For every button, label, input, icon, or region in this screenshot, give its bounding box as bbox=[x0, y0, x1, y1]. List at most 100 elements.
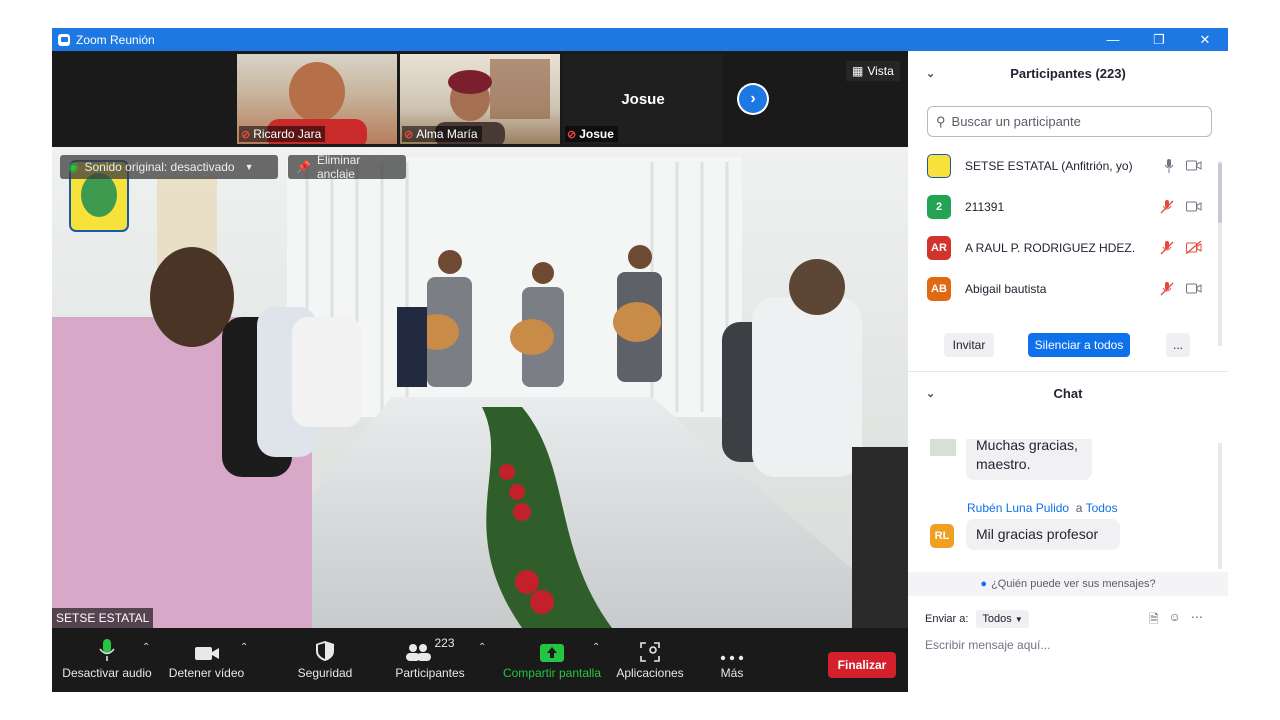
audio-options-caret[interactable]: ⌃ bbox=[142, 642, 150, 653]
participant-row[interactable]: AB Abigail bautista bbox=[908, 268, 1220, 309]
muted-mic-icon: ⊘ bbox=[241, 128, 251, 141]
share-options-caret[interactable]: ⌃ bbox=[592, 642, 600, 653]
thumbnail-tile[interactable]: Josue ⊘ Josue bbox=[563, 54, 723, 144]
chevron-down-icon: ▼ bbox=[244, 162, 254, 172]
muted-mic-icon: ⊘ bbox=[404, 128, 414, 141]
participant-actions: Invitar Silenciar a todos ... bbox=[908, 333, 1228, 363]
video-camera-icon[interactable] bbox=[1186, 283, 1202, 294]
view-button[interactable]: ▦ Vista bbox=[846, 61, 900, 81]
participant-name: Abigail bautista bbox=[965, 281, 1047, 296]
thumbnail-tile[interactable]: ⊘ Ricardo Jara bbox=[237, 54, 397, 144]
file-icon[interactable]: 🗎 bbox=[1149, 610, 1159, 631]
chat-tools: 🗎 ☺ ⋯ bbox=[1149, 610, 1203, 631]
chat-scrollbar[interactable] bbox=[1218, 443, 1222, 569]
participant-row[interactable]: AR A RAUL P. RODRIGUEZ HDEZ. bbox=[908, 227, 1220, 268]
participant-row[interactable]: SETSE ESTATAL (Anfitrión, yo) bbox=[908, 145, 1220, 186]
mute-all-button[interactable]: Silenciar a todos bbox=[1028, 333, 1130, 357]
participant-name: SETSE ESTATAL (Anfitrión, yo) bbox=[965, 158, 1133, 173]
video-area: ⊘ Ricardo Jara ⊘ Alma María Josue ⊘ Josue ›… bbox=[52, 51, 908, 692]
title-bar: Zoom Reunión — ❐ ✕ bbox=[52, 28, 1228, 51]
emoji-icon[interactable]: ☺ bbox=[1169, 610, 1181, 631]
participant-row[interactable] bbox=[908, 309, 1220, 315]
chat-header: ⌄ Chat bbox=[926, 385, 1083, 401]
microphone-icon[interactable] bbox=[1164, 158, 1174, 173]
more-options-button[interactable]: ... bbox=[1166, 333, 1190, 357]
participant-name: 211391 bbox=[965, 199, 1005, 214]
video-camera-icon[interactable] bbox=[1186, 201, 1202, 212]
avatar: RL bbox=[930, 524, 954, 548]
muted-mic-icon[interactable] bbox=[1160, 281, 1174, 296]
sidebar: ⌄ Participantes (223) ⚲ Buscar un partic… bbox=[908, 51, 1228, 692]
send-to-row: Enviar a: Todos ▼ bbox=[925, 610, 1029, 628]
chat-message: Muchas gracias, maestro. bbox=[966, 439, 1092, 480]
avatar: AR bbox=[927, 235, 951, 260]
minimize-button[interactable]: — bbox=[1090, 28, 1136, 51]
video-camera-icon bbox=[194, 636, 220, 662]
participants-scroll-thumb[interactable] bbox=[1218, 163, 1222, 223]
stop-video-button[interactable]: Detener vídeo bbox=[164, 636, 249, 680]
zoom-app-icon bbox=[58, 33, 70, 46]
zoom-window: Zoom Reunión — ❐ ✕ ⊘ Ricardo Jara ⊘ Alma… bbox=[52, 28, 1228, 692]
thumbnail-strip: ⊘ Ricardo Jara ⊘ Alma María Josue ⊘ Josue ›… bbox=[52, 51, 908, 147]
thumbnail-tile[interactable]: ⊘ Alma María bbox=[400, 54, 560, 144]
shield-icon bbox=[315, 636, 335, 662]
avatar bbox=[930, 439, 956, 456]
search-icon: ⚲ bbox=[936, 113, 946, 129]
chevron-down-icon[interactable]: ⌄ bbox=[926, 67, 935, 80]
recipient-dropdown[interactable]: Todos ▼ bbox=[976, 610, 1029, 628]
main-video: ◉ Sonido original: desactivado ▼ 📌 Elimi… bbox=[52, 147, 908, 628]
pin-icon: 📌 bbox=[296, 160, 311, 174]
share-screen-icon bbox=[540, 636, 564, 662]
chat-sender: Rubén Luna Pulido a Todos bbox=[967, 501, 1118, 515]
avatar bbox=[927, 153, 951, 178]
participant-name: Ricardo Jara bbox=[253, 127, 322, 141]
share-screen-button[interactable]: Compartir pantalla bbox=[500, 636, 604, 680]
participants-header: ⌄ Participantes (223) bbox=[926, 65, 1126, 81]
participant-name: A RAUL P. RODRIGUEZ HDEZ. bbox=[965, 240, 1136, 255]
participant-name: Alma María bbox=[416, 127, 478, 141]
who-can-see-link[interactable]: ● ¿Quién puede ver sus mensajes? bbox=[908, 572, 1228, 596]
mute-button[interactable]: Desactivar audio bbox=[62, 636, 152, 680]
apps-button[interactable]: Aplicaciones bbox=[614, 636, 686, 680]
chevron-down-icon: ▼ bbox=[1014, 615, 1023, 624]
participant-name: Josue bbox=[579, 127, 614, 141]
chat-messages: Muchas gracias, maestro. Rubén Luna Puli… bbox=[908, 439, 1220, 569]
shield-check-icon: ◉ bbox=[68, 160, 79, 174]
close-button[interactable]: ✕ bbox=[1182, 28, 1228, 51]
participants-count: 223 bbox=[434, 636, 455, 650]
avatar: 2 bbox=[927, 194, 951, 219]
chat-message: Mil gracias profesor bbox=[966, 519, 1120, 550]
ellipsis-icon bbox=[720, 636, 744, 662]
video-off-icon[interactable] bbox=[1186, 241, 1202, 254]
window-title: Zoom Reunión bbox=[76, 32, 155, 47]
participant-row[interactable]: 2 211391 bbox=[908, 186, 1220, 227]
meeting-toolbar: Desactivar audio ⌃ Detener vídeo ⌃ Segur… bbox=[52, 628, 908, 692]
grid-icon: ▦ bbox=[852, 64, 864, 78]
chevron-down-icon[interactable]: ⌄ bbox=[926, 387, 935, 400]
more-button[interactable]: Más bbox=[712, 636, 752, 680]
avatar: AB bbox=[927, 276, 951, 301]
participants-button[interactable]: 223 Participantes bbox=[392, 636, 468, 680]
video-camera-icon[interactable] bbox=[1186, 160, 1202, 171]
muted-mic-icon: ⊘ bbox=[567, 128, 577, 141]
next-page-button[interactable]: › bbox=[737, 83, 769, 115]
security-button[interactable]: Seguridad bbox=[290, 636, 360, 680]
participant-center-label: Josue bbox=[621, 90, 665, 108]
muted-mic-icon[interactable] bbox=[1160, 240, 1174, 255]
original-sound-toggle[interactable]: ◉ Sonido original: desactivado ▼ bbox=[60, 155, 278, 179]
invite-button[interactable]: Invitar bbox=[944, 333, 994, 357]
muted-mic-icon[interactable] bbox=[1160, 199, 1174, 214]
chat-message-input[interactable]: Escribir mensaje aquí... bbox=[925, 638, 1050, 652]
ellipsis-icon[interactable]: ⋯ bbox=[1191, 610, 1203, 631]
participant-search-input[interactable]: ⚲ Buscar un participante bbox=[927, 106, 1212, 137]
video-options-caret[interactable]: ⌃ bbox=[240, 642, 248, 653]
meeting-room-image bbox=[52, 147, 908, 628]
unpin-button[interactable]: 📌 Eliminar anclaje bbox=[288, 153, 406, 181]
chevron-right-icon: › bbox=[739, 85, 767, 113]
restore-button[interactable]: ❐ bbox=[1136, 28, 1182, 51]
microphone-icon bbox=[98, 636, 116, 662]
end-meeting-button[interactable]: Finalizar bbox=[828, 652, 896, 678]
participants-list: SETSE ESTATAL (Anfitrión, yo) 2 211391 A… bbox=[908, 145, 1220, 315]
person-icon: ● bbox=[980, 578, 988, 590]
participants-options-caret[interactable]: ⌃ bbox=[478, 642, 486, 653]
